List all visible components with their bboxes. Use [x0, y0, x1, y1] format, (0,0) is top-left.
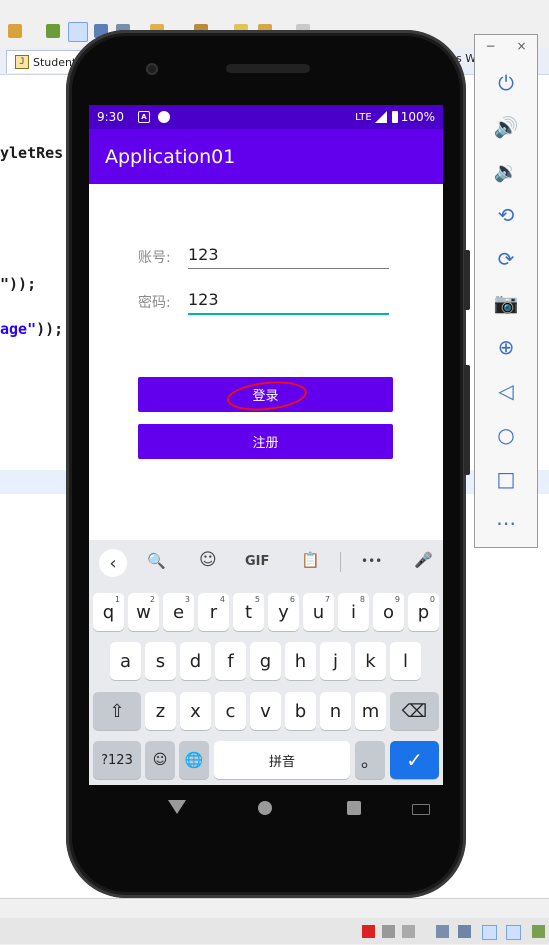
emoji-key[interactable]: ☺ — [145, 741, 175, 779]
space-key[interactable]: 拼音 — [214, 741, 350, 779]
gif-button[interactable]: GIF — [245, 554, 269, 569]
key-g[interactable]: g — [250, 642, 281, 680]
phone-screen: 9:30 A LTE 100% Application01 账号: 123 密码… — [89, 105, 443, 785]
key-e[interactable]: e3 — [163, 593, 194, 631]
volume-down-icon[interactable]: 🔉 — [475, 149, 537, 193]
symbols-key[interactable]: ?123 — [93, 741, 141, 779]
phone-speaker — [226, 64, 310, 73]
key-q[interactable]: q1 — [93, 593, 124, 631]
open-folder-icon[interactable] — [8, 24, 22, 38]
notification-icon — [157, 111, 170, 123]
key-d[interactable]: d — [180, 642, 211, 680]
password-input[interactable]: 123 — [188, 287, 389, 315]
language-key[interactable]: 🌐 — [179, 741, 209, 779]
sticker-icon[interactable]: ☺ — [199, 550, 217, 570]
console-icon[interactable] — [458, 925, 471, 938]
key-l[interactable]: l — [390, 642, 421, 680]
key-w[interactable]: w2 — [128, 593, 159, 631]
shift-key[interactable]: ⇧ — [93, 692, 141, 730]
status-bar: 9:30 A LTE 100% — [89, 105, 443, 129]
nav-back-button[interactable] — [168, 800, 186, 814]
nav-home-button[interactable] — [258, 801, 272, 815]
front-camera — [146, 63, 158, 75]
key-z[interactable]: z — [145, 692, 176, 730]
signal-icon — [374, 111, 387, 123]
java-file-icon: J — [15, 55, 29, 69]
more-icon[interactable]: ⋯ — [475, 501, 537, 545]
register-button-label: 注册 — [252, 436, 279, 451]
key-t[interactable]: t5 — [233, 593, 264, 631]
power-icon[interactable]: ⏻ — [475, 61, 537, 105]
overview-icon[interactable]: □ — [475, 457, 537, 501]
password-label: 密码: — [138, 295, 171, 311]
network-label: LTE — [355, 111, 372, 123]
key-m[interactable]: m — [355, 692, 386, 730]
code-line: age")); — [0, 320, 64, 338]
stop-icon[interactable] — [362, 925, 375, 938]
notification-icon: A — [137, 111, 150, 123]
code-line: yletRes — [0, 144, 64, 162]
key-p[interactable]: p0 — [408, 593, 439, 631]
divider — [340, 552, 341, 572]
key-f[interactable]: f — [215, 642, 246, 680]
phone-side-button — [464, 250, 470, 310]
status-time: 9:30 — [97, 110, 124, 124]
console-icon[interactable] — [436, 925, 449, 938]
clipboard-icon[interactable]: 📋 — [301, 551, 320, 569]
soft-keyboard: ‹ 🔍 ☺ GIF 📋 ••• 🎤 q1 w2 e3 r4 t5 y6 u7 i… — [89, 540, 443, 785]
nav-overview-button[interactable] — [347, 801, 361, 815]
remove-all-icon[interactable] — [402, 925, 415, 938]
home-icon[interactable]: ○ — [475, 413, 537, 457]
key-b[interactable]: b — [285, 692, 316, 730]
key-a[interactable]: a — [110, 642, 141, 680]
more-options-icon[interactable]: ••• — [361, 554, 382, 568]
key-o[interactable]: o9 — [373, 593, 404, 631]
keyboard-switch-icon[interactable] — [412, 804, 430, 815]
console-icon[interactable] — [482, 925, 497, 940]
rotate-left-icon[interactable]: ⟲ — [475, 193, 537, 237]
battery-label: 100% — [400, 110, 435, 124]
console-icon[interactable] — [532, 925, 545, 938]
key-n[interactable]: n — [320, 692, 351, 730]
battery-icon — [391, 111, 398, 123]
remove-icon[interactable] — [382, 925, 395, 938]
volume-up-icon[interactable]: 🔊 — [475, 105, 537, 149]
highlight-icon[interactable] — [68, 22, 88, 42]
microphone-icon[interactable]: 🎤 — [414, 551, 433, 569]
minimize-button[interactable]: − — [485, 39, 495, 59]
key-r[interactable]: r4 — [198, 593, 229, 631]
zoom-icon[interactable]: ⊕ — [475, 325, 537, 369]
app-bar: Application01 — [89, 129, 443, 184]
key-i[interactable]: i8 — [338, 593, 369, 631]
emulator-controls-panel: − × ⏻ 🔊 🔉 ⟲ ⟳ 📷 ⊕ ◁ ○ □ ⋯ — [474, 34, 538, 548]
key-u[interactable]: u7 — [303, 593, 334, 631]
emulator-window-controls: − × — [475, 39, 537, 59]
code-line: ")); — [0, 275, 37, 293]
console-icon[interactable] — [506, 925, 521, 940]
account-input[interactable]: 123 — [188, 242, 389, 269]
key-h[interactable]: h — [285, 642, 316, 680]
key-s[interactable]: s — [145, 642, 176, 680]
phone-side-button — [464, 365, 470, 475]
key-j[interactable]: j — [320, 642, 351, 680]
enter-key[interactable]: ✓ — [390, 741, 439, 779]
keyboard-toolbar: ‹ 🔍 ☺ GIF 📋 ••• 🎤 — [89, 540, 443, 584]
camera-icon[interactable]: 📷 — [475, 281, 537, 325]
app-title: Application01 — [105, 145, 236, 168]
search-icon[interactable]: 🔍 — [147, 552, 166, 570]
back-icon[interactable]: ◁ — [475, 369, 537, 413]
key-v[interactable]: v — [250, 692, 281, 730]
key-y[interactable]: y6 — [268, 593, 299, 631]
key-c[interactable]: c — [215, 692, 246, 730]
collapse-toolbar-button[interactable]: ‹ — [99, 549, 127, 577]
toolbar-icon[interactable] — [46, 24, 60, 38]
register-button[interactable]: 注册 — [138, 424, 393, 459]
close-button[interactable]: × — [516, 39, 526, 59]
rotate-right-icon[interactable]: ⟳ — [475, 237, 537, 281]
account-label: 账号: — [138, 250, 171, 266]
key-x[interactable]: x — [180, 692, 211, 730]
backspace-key[interactable]: ⌫ — [390, 692, 439, 730]
period-key[interactable]: 。 — [355, 741, 385, 779]
key-k[interactable]: k — [355, 642, 386, 680]
